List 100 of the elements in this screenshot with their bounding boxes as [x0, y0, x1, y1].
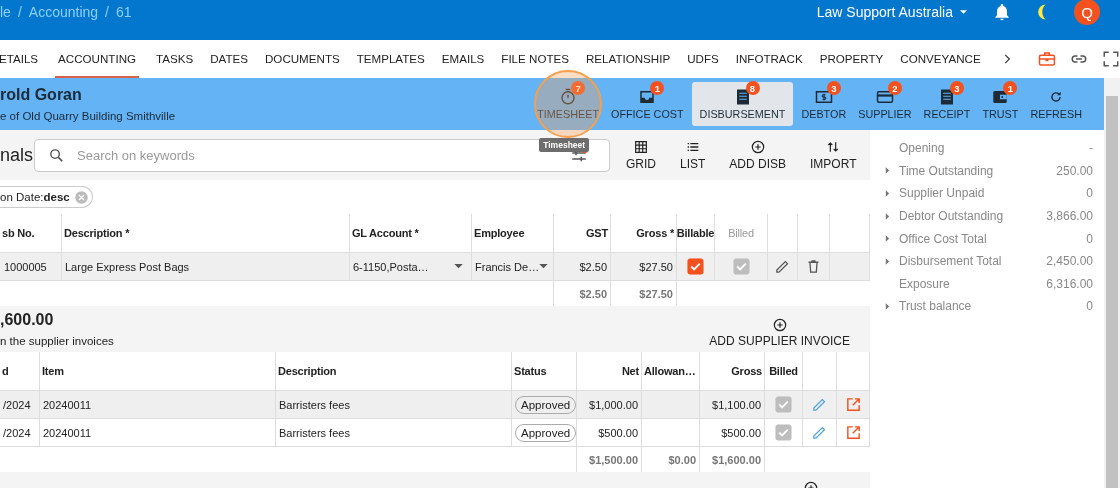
inbox-icon [638, 88, 657, 106]
credit-card-icon [875, 88, 894, 106]
count-badge: 1 [650, 81, 665, 95]
tab[interactable]: RELATIONSHIP [585, 40, 671, 78]
summary-label: Opening [899, 141, 946, 156]
fullscreen-icon[interactable] [1102, 50, 1120, 68]
tab[interactable]: UDFS [687, 40, 719, 78]
total-cell: $0.00 [642, 447, 700, 472]
toolbar-button[interactable]: 1 TRUST [978, 82, 1023, 126]
toolbar-button[interactable]: 3 RECEIPT [919, 82, 975, 126]
tab[interactable]: DOCUMENTS [265, 40, 340, 78]
column-header[interactable]: Status [512, 352, 577, 390]
summary-label: Debtor Outstanding [899, 209, 1005, 224]
table-cell: $500.00 [577, 419, 642, 446]
checkbox[interactable] [687, 258, 704, 275]
supplier-total: ,600.00 [0, 311, 55, 329]
dollar-bill-icon [814, 88, 833, 106]
expand-caret-icon[interactable] [885, 302, 890, 310]
edit-pencil-icon[interactable] [774, 258, 791, 275]
column-header[interactable]: GST [554, 214, 611, 252]
table-cell: /2024 [0, 419, 40, 446]
column-header[interactable]: d [0, 352, 40, 390]
table-cell: $27.50 [611, 253, 677, 280]
tab[interactable]: EMAILS [441, 40, 485, 78]
breadcrumb-separator: / [17, 4, 22, 20]
breadcrumb-separator: / [105, 4, 109, 20]
scrollbar[interactable] [1104, 78, 1120, 488]
column-header[interactable]: GL Account * [350, 214, 472, 252]
sort-label: on Date:desc [0, 191, 70, 203]
tab[interactable]: CONVEYANCE [900, 40, 981, 78]
toolbar-button[interactable]: 8 DISBURSEMENT [691, 82, 794, 126]
action-button[interactable]: GRID [626, 139, 656, 171]
summary-value: 3,866.00 [1046, 209, 1093, 224]
column-header[interactable]: Gross [700, 352, 765, 390]
count-badge: 2 [887, 81, 902, 95]
expand-caret-icon[interactable] [885, 167, 890, 175]
toolbar-button[interactable]: 3 DEBTOR [797, 82, 851, 126]
table-cell: /2024 [0, 391, 40, 418]
column-header[interactable]: Description [276, 352, 512, 390]
plus-circle-icon [771, 316, 788, 333]
edit-pencil-icon[interactable] [811, 424, 828, 441]
summary-label: Disbursement Total [899, 254, 1003, 269]
total-cell: $27.50 [611, 281, 677, 306]
account-menu[interactable]: Law Support Australia [816, 4, 968, 20]
table-cell: 20240011 [40, 419, 276, 446]
supplier-note: n the supplier invoices [0, 335, 114, 347]
action-button[interactable]: LIST [680, 139, 706, 171]
summary-value: 2,450.00 [1046, 254, 1093, 269]
column-header[interactable]: Billable [677, 214, 715, 252]
table-cell: Large Express Post Bags [62, 253, 350, 280]
add-supplier-invoice-button[interactable]: ADD SUPPLIER INVOICE [709, 316, 850, 348]
action-button[interactable]: IMPORT [810, 139, 857, 171]
count-badge: 1 [1003, 81, 1018, 95]
column-header[interactable]: Description * [62, 214, 350, 252]
open-external-icon[interactable] [844, 424, 862, 441]
table-row[interactable]: /2024 20240011 Barristers fees Approved $500.00 $500.00 [0, 419, 870, 447]
tab[interactable]: DATES [210, 40, 248, 78]
account-select[interactable]: 6-1150,Posta… [350, 253, 472, 280]
column-header[interactable]: Net [577, 352, 642, 390]
toolbar-button[interactable]: REFRESH [1026, 82, 1086, 126]
tab[interactable]: TEMPLATES [356, 40, 425, 78]
table-row[interactable]: /2024 20240011 Barristers fees Approved $1,000.00 $1,100.00 [0, 391, 870, 419]
notification-bell-icon[interactable] [992, 2, 1012, 22]
tab[interactable]: ETAILS [0, 40, 39, 78]
matter-name: rold Goran [0, 86, 83, 104]
briefcase-icon[interactable] [1038, 50, 1057, 68]
toolbar-button[interactable]: 1 OFFICE COST [607, 82, 688, 126]
toolbar-button[interactable]: 2 SUPPLIER [854, 82, 916, 126]
action-button[interactable]: ADD DISB [729, 139, 787, 171]
refresh-icon [1049, 90, 1064, 104]
tooltip: Timesheet [539, 138, 590, 152]
table-cell: $500.00 [700, 419, 765, 446]
table-cell: 1000005 [0, 253, 62, 280]
wallet-icon [991, 88, 1010, 106]
count-badge: 8 [745, 81, 760, 95]
table-cell: $1,000.00 [577, 391, 642, 418]
tab[interactable]: FILE NOTES [501, 40, 569, 78]
tab[interactable]: INFOTRACK [735, 40, 803, 78]
expand-caret-icon[interactable] [885, 190, 890, 197]
total-cell: $2.50 [554, 281, 611, 306]
expand-caret-icon[interactable] [885, 235, 890, 243]
expand-caret-icon[interactable] [885, 212, 890, 220]
total-cell: $1,600.00 [700, 447, 765, 472]
summary-label: Supplier Unpaid [899, 186, 986, 201]
column-header[interactable]: Employee [472, 214, 554, 252]
column-header[interactable]: Item [40, 352, 276, 390]
summary-label: Exposure [899, 276, 951, 291]
open-external-icon[interactable] [844, 396, 862, 413]
summary-label: Office Cost Total [899, 231, 988, 246]
employee-select[interactable]: Francis De… [472, 253, 554, 280]
column-header[interactable]: Gross * [611, 214, 677, 252]
column-header[interactable]: Billed [765, 352, 803, 390]
table-row[interactable]: 1000005 Large Express Post Bags 6-1150,Posta… Francis De… $2.50 $27.50 [0, 253, 870, 281]
column-header[interactable]: sb No. [0, 214, 62, 252]
summary-value: 0 [1086, 186, 1093, 201]
tab[interactable]: TASKS [156, 40, 194, 78]
tab[interactable]: PROPERTY [819, 40, 884, 78]
column-header[interactable]: Allowan… [642, 352, 700, 390]
expand-caret-icon[interactable] [885, 257, 890, 265]
summary-value: 0 [1086, 231, 1093, 246]
